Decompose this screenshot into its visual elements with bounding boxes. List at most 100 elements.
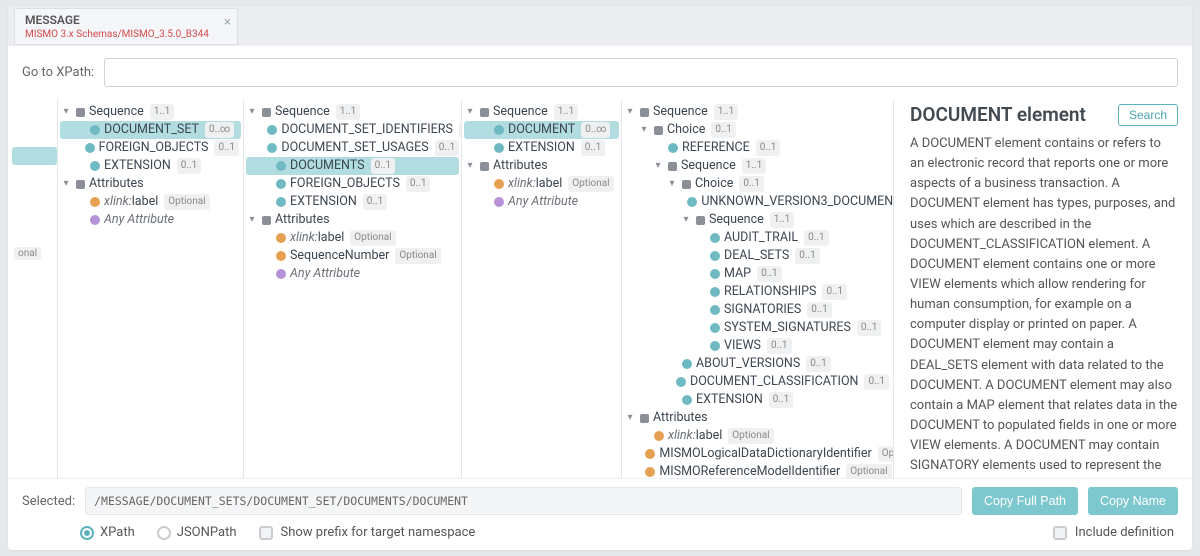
- cardinality-badge: 0..1: [807, 302, 832, 318]
- chevron-down-icon[interactable]: ▾: [60, 104, 72, 120]
- cardinality-badge: Optional: [728, 428, 773, 444]
- chevron-down-icon[interactable]: ▾: [246, 104, 258, 120]
- chevron-down-icon[interactable]: ▾: [246, 212, 258, 228]
- tree-node[interactable]: •xlink:labelOptional: [464, 175, 619, 193]
- chevron-down-icon[interactable]: ▾: [638, 122, 650, 138]
- chevron-down-icon[interactable]: ▾: [666, 176, 678, 192]
- elem-icon: [710, 305, 720, 315]
- tree-node[interactable]: ▾Sequence1..1: [464, 103, 619, 121]
- tree-node[interactable]: •MISMOLogicalDataDictionaryIdentifierOpt…: [624, 445, 891, 463]
- chevron-down-icon[interactable]: ▾: [624, 104, 636, 120]
- copy-full-path-button[interactable]: Copy Full Path: [972, 487, 1078, 515]
- tree-node[interactable]: •DOCUMENT_CLASSIFICATION0..1: [624, 373, 891, 391]
- xpath-radio[interactable]: XPath: [80, 525, 135, 540]
- tree-node-label: FOREIGN_OBJECTS: [290, 176, 400, 192]
- tree-node[interactable]: •RELATIONSHIPS0..1: [624, 283, 891, 301]
- tree-node[interactable]: •REFERENCE0..1: [624, 139, 891, 157]
- chevron-down-icon[interactable]: ▾: [680, 212, 692, 228]
- elem-icon: [710, 323, 720, 333]
- elem-icon: [276, 197, 286, 207]
- tree-node[interactable]: •EXTENSION0..1: [246, 193, 459, 211]
- tree-node[interactable]: ▾Attributes: [60, 175, 241, 193]
- tree-node[interactable]: •AUDIT_TRAIL0..1: [624, 229, 891, 247]
- jsonpath-radio[interactable]: JSONPath: [157, 525, 237, 540]
- chevron-down-icon[interactable]: ▾: [464, 158, 476, 174]
- xpath-input[interactable]: [104, 58, 1178, 87]
- copy-name-button[interactable]: Copy Name: [1088, 487, 1178, 515]
- tree-node[interactable]: ▾Sequence1..1: [624, 211, 891, 229]
- tree-node[interactable]: ▾Choice0..1: [624, 121, 891, 139]
- tree-node[interactable]: •Any Attribute: [464, 193, 619, 211]
- tree-node-label: MAP: [724, 266, 751, 282]
- tree-node[interactable]: •FOREIGN_OBJECTS0..1: [60, 139, 241, 157]
- tree-node[interactable]: •xlink:labelOptional: [624, 427, 891, 445]
- tree-node[interactable]: •MISMOReferenceModelIdentifierOptional: [624, 463, 891, 478]
- tree-node[interactable]: •DOCUMENT0..∞: [464, 121, 619, 139]
- tree-node-label: EXTENSION: [696, 392, 763, 408]
- cardinality-badge: Optional: [846, 464, 891, 478]
- tree-node[interactable]: •SIGNATORIES0..1: [624, 301, 891, 319]
- tree-node[interactable]: •DOCUMENT_SET_USAGES0..1: [246, 139, 459, 157]
- selected-path-input[interactable]: [85, 487, 962, 515]
- tree-node[interactable]: •EXTENSION0..1: [464, 139, 619, 157]
- doc-header: DOCUMENT element Search: [910, 103, 1178, 126]
- selected-row: Selected: Copy Full Path Copy Name: [22, 487, 1178, 515]
- tree-node[interactable]: ▾Sequence1..1: [246, 103, 459, 121]
- tree-node[interactable]: •SequenceNumberOptional: [246, 247, 459, 265]
- cardinality-badge: 1..1: [554, 104, 579, 120]
- cardinality-badge: 0..1: [857, 320, 882, 336]
- tree-node[interactable]: ▾Attributes: [624, 409, 891, 427]
- cardinality-badge: 0..1: [581, 140, 606, 156]
- tree-node[interactable]: •DOCUMENT_SET_IDENTIFIERS0..1: [246, 121, 459, 139]
- cardinality-badge: 0..1: [363, 194, 388, 210]
- chevron-down-icon[interactable]: ▾: [652, 158, 664, 174]
- cardinality-badge: 0..1: [806, 356, 831, 372]
- tree-node-label: SIGNATORIES: [724, 302, 801, 318]
- cardinality-badge: 0..1: [804, 230, 829, 246]
- tree-node-label: DOCUMENT_SET_IDENTIFIERS: [281, 122, 453, 138]
- tree-node[interactable]: •ABOUT_VERSIONS0..1: [624, 355, 891, 373]
- include-definition-checkbox[interactable]: Include definition: [1053, 525, 1174, 540]
- tree-node-label: SequenceNumber: [290, 248, 389, 264]
- chevron-down-icon[interactable]: ▾: [624, 410, 636, 426]
- tree-node[interactable]: •EXTENSION0..1: [60, 157, 241, 175]
- seq-icon: [76, 108, 85, 117]
- attr-icon: [494, 179, 504, 189]
- tree-node[interactable]: •Any Attribute: [60, 211, 241, 229]
- tree-node-label: DOCUMENT_CLASSIFICATION: [690, 374, 858, 390]
- tree-node[interactable]: •UNKNOWN_VERSION3_DOCUMENT0..1: [624, 193, 891, 211]
- cardinality-badge: 0..1: [435, 140, 460, 156]
- tree-node-label: Attributes: [493, 158, 548, 174]
- schema-tab[interactable]: MESSAGE MISMO 3.x Schemas/MISMO_3.5.0_B3…: [14, 8, 238, 45]
- tree-node[interactable]: •DOCUMENT_SET0..∞: [60, 121, 241, 139]
- tree-node[interactable]: •Any Attribute: [246, 265, 459, 283]
- tree-node[interactable]: •VIEWS0..1: [624, 337, 891, 355]
- seq-icon: [480, 162, 489, 171]
- tree-node[interactable]: ▾Sequence1..1: [624, 157, 891, 175]
- elem-icon: [710, 287, 720, 297]
- tree-node[interactable]: •EXTENSION0..1: [624, 391, 891, 409]
- tree-node-label: xlink:label: [290, 230, 344, 246]
- tree-node[interactable]: ▾Sequence1..1: [624, 103, 891, 121]
- tree-node-label: EXTENSION: [508, 140, 575, 156]
- tree-node[interactable]: •FOREIGN_OBJECTS0..1: [246, 175, 459, 193]
- chevron-down-icon[interactable]: ▾: [60, 176, 72, 192]
- close-icon[interactable]: ×: [224, 15, 231, 30]
- tree-node-label: Sequence: [681, 158, 736, 174]
- tree-node[interactable]: ▾Sequence1..1: [60, 103, 241, 121]
- tree-node[interactable]: ▾Choice0..1: [624, 175, 891, 193]
- tree-node[interactable]: •SYSTEM_SIGNATURES0..1: [624, 319, 891, 337]
- elem-icon: [682, 395, 692, 405]
- search-button[interactable]: Search: [1118, 104, 1178, 126]
- tree-node[interactable]: •DOCUMENTS0..1: [246, 157, 459, 175]
- tree-node[interactable]: ▾Attributes: [246, 211, 459, 229]
- show-prefix-checkbox[interactable]: Show prefix for target namespace: [259, 525, 476, 540]
- tree-node[interactable]: •xlink:labelOptional: [246, 229, 459, 247]
- elem-icon: [682, 359, 692, 369]
- tree-node[interactable]: •MAP0..1: [624, 265, 891, 283]
- main-area: onal ▾Sequence1..1•DOCUMENT_SET0..∞•FORE…: [8, 99, 1192, 478]
- chevron-down-icon[interactable]: ▾: [464, 104, 476, 120]
- tree-node[interactable]: ▾ Attributes: [464, 157, 619, 175]
- tree-node[interactable]: •DEAL_SETS0..1: [624, 247, 891, 265]
- tree-node[interactable]: •xlink:labelOptional: [60, 193, 241, 211]
